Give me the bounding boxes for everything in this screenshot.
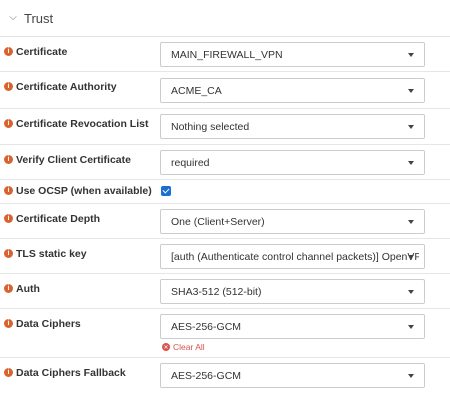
- data-ciphers-fallback-label: i Data Ciphers Fallback: [0, 358, 156, 379]
- auth-label: i Auth: [0, 274, 156, 295]
- certificate-depth-select[interactable]: One (Client+Server): [160, 209, 425, 234]
- use-ocsp-label: i Use OCSP (when available): [0, 180, 156, 197]
- auth-select[interactable]: SHA3-512 (512-bit): [160, 279, 425, 304]
- info-icon[interactable]: i: [4, 155, 13, 164]
- certificate-depth-label: i Certificate Depth: [0, 204, 156, 225]
- certificate-authority-select[interactable]: ACME_CA: [160, 78, 425, 103]
- info-icon[interactable]: i: [4, 214, 13, 223]
- tls-static-key-select[interactable]: [auth (Authenticate control channel pack…: [160, 244, 425, 269]
- use-ocsp-row: i Use OCSP (when available): [0, 180, 450, 204]
- dropdown-caret-icon: [408, 255, 414, 259]
- info-icon[interactable]: i: [4, 186, 13, 195]
- dropdown-caret-icon: [408, 89, 414, 93]
- certificate-select[interactable]: MAIN_FIREWALL_VPN: [160, 42, 425, 67]
- verify-client-cert-label: i Verify Client Certificate: [0, 145, 156, 166]
- clear-all-link[interactable]: ✕ Clear All: [162, 342, 425, 352]
- data-ciphers-label: i Data Ciphers: [0, 309, 156, 330]
- dropdown-caret-icon: [408, 325, 414, 329]
- certificate-authority-row: i Certificate Authority ACME_CA: [0, 72, 450, 109]
- data-ciphers-fallback-row: i Data Ciphers Fallback AES-256-GCM: [0, 358, 450, 393]
- dropdown-caret-icon: [408, 220, 414, 224]
- tls-static-key-row: i TLS static key [auth (Authenticate con…: [0, 239, 450, 274]
- certificate-label: i Certificate: [0, 37, 156, 58]
- clear-icon: ✕: [162, 343, 170, 351]
- verify-client-cert-row: i Verify Client Certificate required: [0, 145, 450, 180]
- info-icon[interactable]: i: [4, 368, 13, 377]
- certificate-row: i Certificate MAIN_FIREWALL_VPN: [0, 37, 450, 72]
- tls-static-key-label: i TLS static key: [0, 239, 156, 260]
- info-icon[interactable]: i: [4, 82, 13, 91]
- verify-client-cert-select[interactable]: required: [160, 150, 425, 175]
- data-ciphers-fallback-select[interactable]: AES-256-GCM: [160, 363, 425, 388]
- data-ciphers-select[interactable]: AES-256-GCM: [160, 314, 425, 339]
- trust-section-header[interactable]: ⌵ Trust: [0, 0, 450, 37]
- info-icon[interactable]: i: [4, 284, 13, 293]
- dropdown-caret-icon: [408, 125, 414, 129]
- dropdown-caret-icon: [408, 53, 414, 57]
- certificate-depth-row: i Certificate Depth One (Client+Server): [0, 204, 450, 239]
- section-title: Trust: [24, 10, 54, 26]
- dropdown-caret-icon: [408, 290, 414, 294]
- use-ocsp-checkbox[interactable]: [161, 186, 171, 196]
- crl-row: i Certificate Revocation List Nothing se…: [0, 109, 450, 145]
- info-icon[interactable]: i: [4, 47, 13, 56]
- chevron-down-icon[interactable]: ⌵: [4, 12, 22, 23]
- trust-panel: ⌵ Trust i Certificate MAIN_FIREWALL_VPN …: [0, 0, 450, 401]
- auth-row: i Auth SHA3-512 (512-bit): [0, 274, 450, 309]
- crl-select[interactable]: Nothing selected: [160, 114, 425, 139]
- info-icon[interactable]: i: [4, 119, 13, 128]
- data-ciphers-row: i Data Ciphers AES-256-GCM ✕ Clear All: [0, 309, 450, 358]
- crl-label: i Certificate Revocation List: [0, 109, 156, 130]
- certificate-authority-label: i Certificate Authority: [0, 72, 156, 93]
- dropdown-caret-icon: [408, 161, 414, 165]
- info-icon[interactable]: i: [4, 249, 13, 258]
- dropdown-caret-icon: [408, 374, 414, 378]
- info-icon[interactable]: i: [4, 319, 13, 328]
